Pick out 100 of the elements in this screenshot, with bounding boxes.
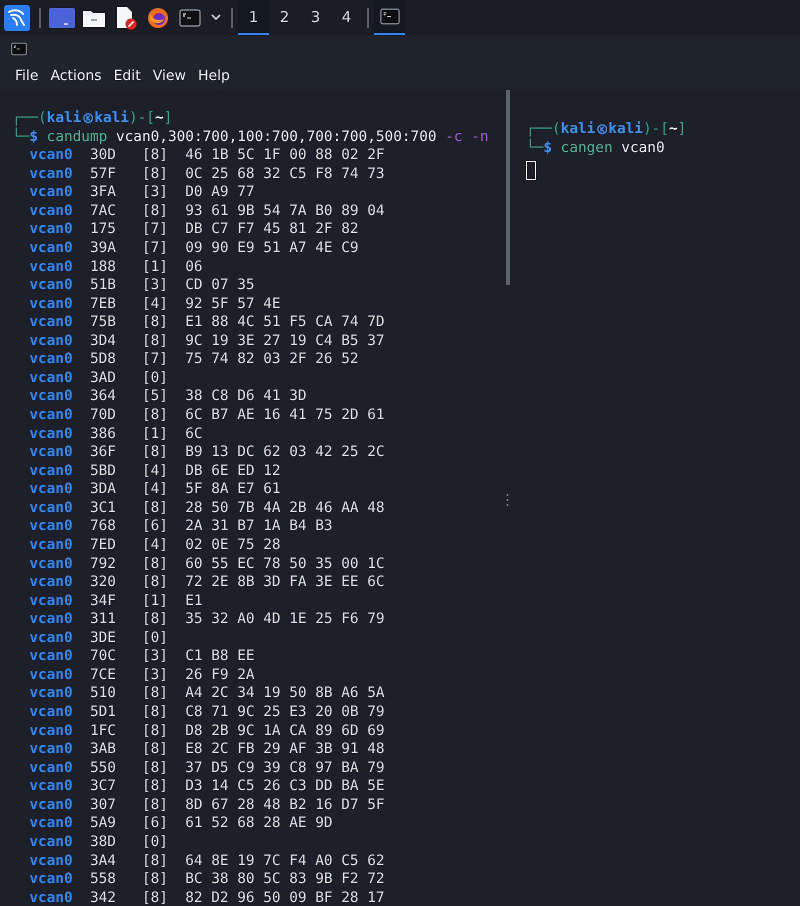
prompt-user: kali <box>46 109 82 128</box>
menu-item[interactable]: Help <box>198 68 230 84</box>
data-bytes: 28 50 7B 4A 2B 46 AA 48 <box>185 498 385 518</box>
interface-name: vcan0 <box>29 220 73 239</box>
data-length: [8] <box>142 573 168 592</box>
workspace-button[interactable]: 1 <box>238 0 269 35</box>
data-bytes: 75 74 82 03 2F 26 52 <box>185 350 359 369</box>
data-bytes: DB 6E ED 12 <box>185 462 281 480</box>
interface-name: vcan0 <box>29 202 73 220</box>
can-id: 175 <box>90 220 116 239</box>
scroll-thumb[interactable] <box>506 90 510 285</box>
data-bytes: 82 D2 96 50 09 BF 28 17 <box>185 888 385 906</box>
interface-name: vcan0 <box>29 387 73 406</box>
command-argument: vcan0 <box>621 138 665 158</box>
can-id: 38D <box>90 832 116 852</box>
interface-name: vcan0 <box>29 870 73 889</box>
can-id: 188 <box>90 258 116 276</box>
data-length: [7] <box>142 350 168 369</box>
interface-name: vcan0 <box>29 498 73 518</box>
circled-k-icon <box>596 122 607 136</box>
interface-name: vcan0 <box>29 164 73 184</box>
chevron-down-icon[interactable] <box>211 14 221 21</box>
data-bytes: 8D 67 28 48 B2 16 D7 5F <box>185 796 385 814</box>
data-bytes: 46 1B 5C 1F 00 88 02 2F <box>185 146 385 165</box>
interface-name: vcan0 <box>29 888 73 906</box>
prompt-frame: └─ <box>526 138 544 158</box>
interface-name: vcan0 <box>29 443 73 462</box>
can-id: 3DA <box>90 480 116 499</box>
data-length: [8] <box>142 406 168 425</box>
data-bytes: 64 8E 19 7C F4 A0 C5 62 <box>185 852 385 870</box>
desktop-icon[interactable] <box>49 8 75 28</box>
data-bytes: C8 71 9C 25 E3 20 0B 79 <box>185 703 385 722</box>
data-length: [8] <box>142 554 168 574</box>
can-id: 70D <box>90 406 116 425</box>
interface-name: vcan0 <box>29 647 73 666</box>
workspace-button[interactable]: 4 <box>331 0 362 35</box>
can-id: 386 <box>90 424 116 444</box>
can-id: 5BD <box>90 462 116 480</box>
browser-icon[interactable] <box>147 6 169 28</box>
terminal-icon[interactable] <box>179 8 201 26</box>
prompt-user: kali <box>560 120 596 139</box>
data-bytes: 72 2E 8B 3D FA 3E EE 6C <box>185 573 385 592</box>
prompt-frame: ┌──( <box>526 120 561 139</box>
data-bytes: 2A 31 B7 1A B4 B3 <box>185 517 333 536</box>
interface-name: vcan0 <box>29 480 73 499</box>
terminal-icon <box>11 42 27 56</box>
document-edit-icon[interactable] <box>115 6 137 30</box>
menu-item[interactable]: File <box>15 68 38 84</box>
data-length: [1] <box>142 424 168 444</box>
prompt-sigil: $ <box>29 128 38 146</box>
data-length: [8] <box>142 146 168 165</box>
workspace-button[interactable]: 2 <box>269 0 300 35</box>
interface-name: vcan0 <box>29 350 73 369</box>
data-bytes: E1 <box>185 592 203 610</box>
terminal-icon <box>380 8 400 25</box>
data-bytes: CD 07 35 <box>185 276 255 295</box>
can-id: 792 <box>90 554 116 574</box>
can-id: 3AD <box>90 368 116 388</box>
prompt-sigil: $ <box>543 140 552 158</box>
prompt-frame: )-[ <box>642 120 669 139</box>
data-length: [8] <box>142 703 168 722</box>
data-bytes: 5F 8A E7 61 <box>185 480 281 499</box>
can-id: 57F <box>90 164 116 184</box>
can-id: 7ED <box>90 536 116 554</box>
command-argument: vcan0,300:700,100:700,700:700,500:700 <box>116 128 437 146</box>
can-id: 3C1 <box>90 498 116 518</box>
menu-item[interactable]: Actions <box>50 68 102 84</box>
menu-item[interactable]: Edit <box>114 68 141 84</box>
data-length: [3] <box>142 183 168 202</box>
data-length: [8] <box>142 740 168 759</box>
can-id: 364 <box>90 387 116 406</box>
data-bytes: 35 32 A0 4D 1E 25 F6 79 <box>185 610 385 629</box>
interface-name: vcan0 <box>29 517 73 536</box>
data-length: [8] <box>142 777 168 796</box>
interface-name: vcan0 <box>29 406 73 425</box>
splitter-handle-icon[interactable] <box>506 493 509 507</box>
can-id: 36F <box>90 443 116 462</box>
menu-item[interactable]: View <box>152 68 186 84</box>
can-id: 75B <box>90 313 116 332</box>
interface-name: vcan0 <box>29 294 73 314</box>
data-length: [8] <box>142 870 168 889</box>
can-id: 3C7 <box>90 777 116 796</box>
data-bytes: 37 D5 C9 39 C8 97 BA 79 <box>185 758 385 778</box>
data-length: [3] <box>142 666 168 684</box>
workspace-button[interactable]: 3 <box>300 0 331 35</box>
can-id: 5A9 <box>90 814 116 833</box>
data-length: [8] <box>142 498 168 518</box>
terminal-task-button[interactable] <box>374 0 405 35</box>
prompt-frame: ] <box>164 109 172 128</box>
data-length: [4] <box>142 480 168 499</box>
interface-name: vcan0 <box>29 313 73 332</box>
data-bytes: 93 61 9B 54 7A B0 89 04 <box>185 202 385 220</box>
data-length: [8] <box>142 684 168 703</box>
interface-name: vcan0 <box>29 462 73 480</box>
data-bytes: 02 0E 75 28 <box>185 536 281 554</box>
data-bytes: C1 B8 EE <box>185 647 255 666</box>
data-length: [4] <box>142 294 168 314</box>
can-id: 320 <box>90 573 116 592</box>
interface-name: vcan0 <box>29 238 73 258</box>
interface-name: vcan0 <box>29 666 73 684</box>
